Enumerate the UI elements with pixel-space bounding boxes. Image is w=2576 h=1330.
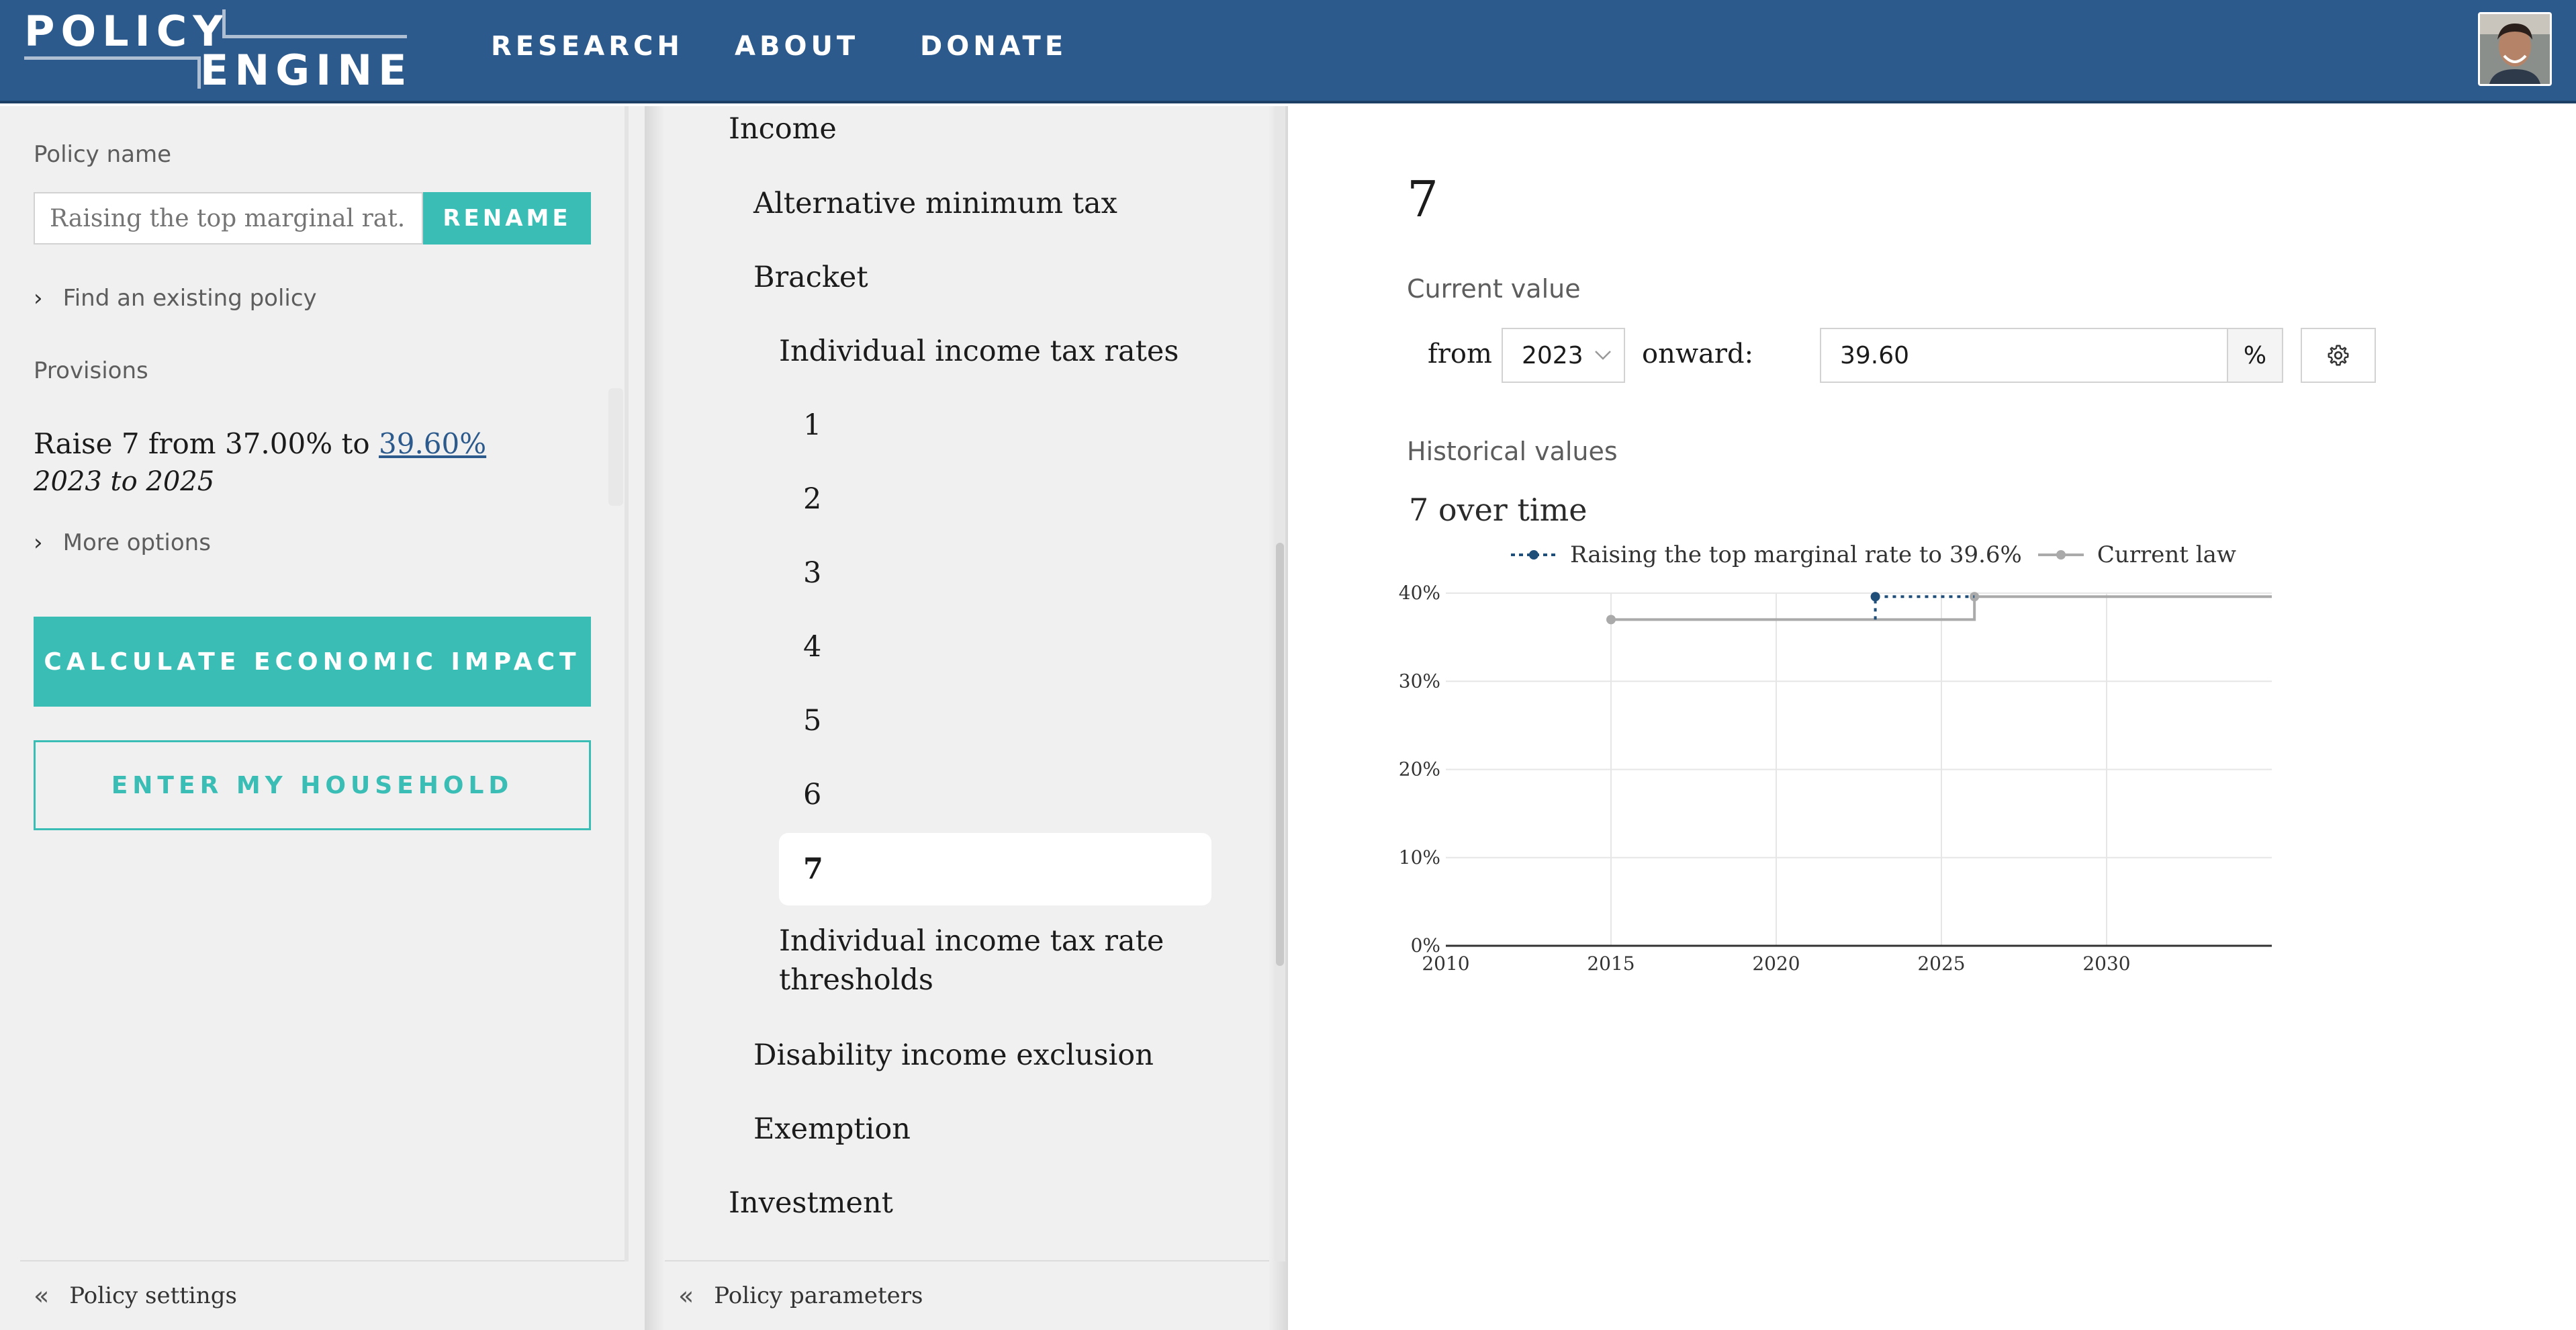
policy-parameters-footer[interactable]: « Policy parameters	[665, 1260, 1269, 1330]
chart-title: 7 over time	[1409, 492, 1588, 528]
x-tick-label: 2020	[1752, 952, 1800, 975]
parameter-value-input[interactable]	[1820, 328, 2228, 383]
start-year-value: 2023	[1522, 341, 1583, 369]
tree-item-rate-1[interactable]: 1	[803, 406, 821, 445]
left-panel-scroll-track	[625, 106, 629, 1261]
chevron-down-icon	[1594, 351, 1611, 360]
historical-values-chart: 0%10%20%30%40%2010 2015 2020 2025 2030	[1399, 582, 2272, 975]
enter-household-button[interactable]: ENTER MY HOUSEHOLD	[34, 740, 591, 830]
tree-item-exemption[interactable]: Exemption	[753, 1110, 911, 1149]
left-panel-scroll-thumb[interactable]	[608, 388, 623, 506]
provision-text: Raise 7 from 37.00% to	[34, 427, 370, 460]
parameter-title: 7	[1407, 171, 1439, 228]
tree-item-rate-6[interactable]: 6	[803, 775, 821, 814]
legend-item-current-law[interactable]: Current law	[2037, 541, 2236, 568]
find-existing-policy-label: Find an existing policy	[62, 285, 317, 312]
parameter-editor-panel: 7 Current value from 2023 onward: % Hist…	[1288, 106, 2576, 1330]
tree-item-investment[interactable]: Investment	[729, 1184, 893, 1223]
logo-line	[222, 35, 407, 38]
nav-research[interactable]: RESEARCH	[491, 31, 684, 62]
nav-donate[interactable]: DONATE	[920, 31, 1067, 62]
tree-item-rate-3[interactable]: 3	[803, 553, 821, 592]
rename-button[interactable]: RENAME	[423, 192, 591, 245]
provision-summary: Raise 7 from 37.00% to 39.60%	[34, 427, 486, 460]
legend-reform-label: Raising the top marginal rate to 39.6%	[1570, 541, 2022, 568]
x-tick-label: 2010	[1422, 952, 1469, 975]
start-year-select[interactable]: 2023	[1502, 328, 1625, 383]
series-point-reform	[1870, 592, 1880, 602]
onward-label: onward:	[1642, 339, 1754, 369]
current-value-label: Current value	[1407, 274, 1581, 304]
logo-word-engine: ENGINE	[200, 46, 413, 95]
legend-item-reform[interactable]: Raising the top marginal rate to 39.6%	[1510, 541, 2022, 568]
user-avatar[interactable]	[2478, 12, 2552, 86]
x-tick-label: 2025	[1917, 952, 1965, 975]
tree-item-rate-7-selected[interactable]: 7	[779, 833, 1211, 905]
policyengine-logo[interactable]: POLICY ENGINE	[24, 7, 407, 91]
y-tick-label: 20%	[1399, 758, 1440, 781]
nav-about[interactable]: ABOUT	[735, 31, 859, 62]
policy-name-label: Policy name	[34, 141, 172, 168]
calculate-economic-impact-button[interactable]: CALCULATE ECONOMIC IMPACT	[34, 617, 591, 707]
tree-item-individual-income-tax-rates[interactable]: Individual income tax rates	[779, 332, 1179, 371]
provision-years: 2023 to 2025	[34, 466, 215, 497]
tree-scroll-thumb[interactable]	[1276, 543, 1284, 966]
logo-word-policy: POLICY	[24, 7, 230, 56]
from-label: from	[1428, 339, 1492, 369]
more-options-toggle[interactable]: › More options	[34, 529, 211, 556]
chevron-right-icon: ›	[34, 285, 43, 312]
provision-value-link[interactable]: 39.60%	[379, 427, 486, 460]
tree-item-bracket[interactable]: Bracket	[753, 258, 868, 297]
more-options-label: More options	[62, 529, 211, 556]
tree-item-rate-2[interactable]: 2	[803, 480, 821, 519]
historical-values-label: Historical values	[1407, 437, 1618, 466]
y-tick-label: 10%	[1399, 846, 1440, 869]
unit-percent-addon: %	[2227, 328, 2283, 383]
legend-reform-swatch	[1511, 550, 1557, 560]
policy-parameters-footer-label: Policy parameters	[714, 1282, 923, 1309]
y-tick-label: 30%	[1399, 670, 1440, 692]
gear-icon	[2328, 345, 2349, 366]
tree-item-individual-income-tax-rate-thresholds[interactable]: Individual income tax rate thresholds	[779, 922, 1182, 1000]
policy-settings-footer-label: Policy settings	[69, 1282, 237, 1309]
tree-item-income[interactable]: Income	[729, 109, 837, 148]
panel-shadow	[645, 106, 665, 1330]
tree-item-rate-4[interactable]: 4	[803, 627, 821, 666]
double-chevron-left-icon: «	[34, 1281, 50, 1311]
double-chevron-left-icon: «	[678, 1281, 694, 1311]
chevron-right-icon: ›	[34, 529, 43, 556]
find-existing-policy-toggle[interactable]: › Find an existing policy	[34, 285, 317, 312]
logo-line	[24, 56, 197, 60]
legend-current-law-label: Current law	[2097, 541, 2236, 568]
top-nav-bar: POLICY ENGINE RESEARCH ABOUT DONATE	[0, 0, 2576, 103]
chart-legend: Raising the top marginal rate to 39.6% C…	[1510, 541, 2251, 568]
x-tick-label: 2030	[2082, 952, 2130, 975]
x-tick-label: 2015	[1587, 952, 1635, 975]
policy-name-input[interactable]	[34, 192, 423, 245]
parameter-tree-panel: Income Alternative minimum tax Bracket I…	[645, 106, 1288, 1330]
tree-item-disability-income-exclusion[interactable]: Disability income exclusion	[753, 1036, 1154, 1075]
legend-current-law-swatch	[2037, 550, 2084, 560]
tree-item-rate-7-label: 7	[803, 852, 823, 886]
provisions-label: Provisions	[34, 357, 148, 384]
settings-button[interactable]	[2301, 328, 2376, 383]
y-tick-label: 40%	[1399, 582, 1440, 604]
policy-settings-panel: Policy name RENAME › Find an existing po…	[0, 106, 645, 1330]
logo-line	[222, 9, 226, 38]
tree-item-alternative-minimum-tax[interactable]: Alternative minimum tax	[753, 184, 1117, 223]
series-line-reform	[1874, 595, 1975, 620]
tree-item-rate-5[interactable]: 5	[803, 701, 821, 740]
series-point-current-law	[1606, 615, 1616, 625]
policy-settings-footer[interactable]: « Policy settings	[20, 1260, 625, 1330]
